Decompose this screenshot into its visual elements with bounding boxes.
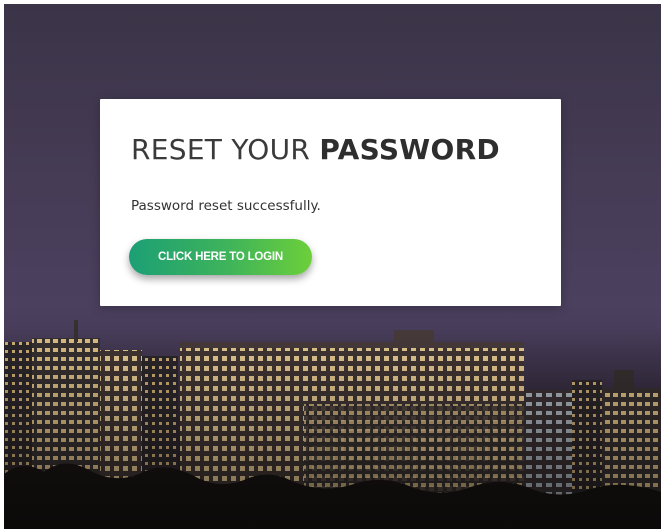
success-message: Password reset successfully. <box>131 198 321 214</box>
page-title-light: RESET YOUR <box>131 133 320 166</box>
page-title: RESET YOUR PASSWORD <box>131 133 500 166</box>
reset-password-card: RESET YOUR PASSWORD Password reset succe… <box>100 99 561 306</box>
page-background: RESET YOUR PASSWORD Password reset succe… <box>4 4 661 529</box>
login-button[interactable]: CLICK HERE TO LOGIN <box>129 239 312 275</box>
page-title-bold: PASSWORD <box>319 133 500 166</box>
